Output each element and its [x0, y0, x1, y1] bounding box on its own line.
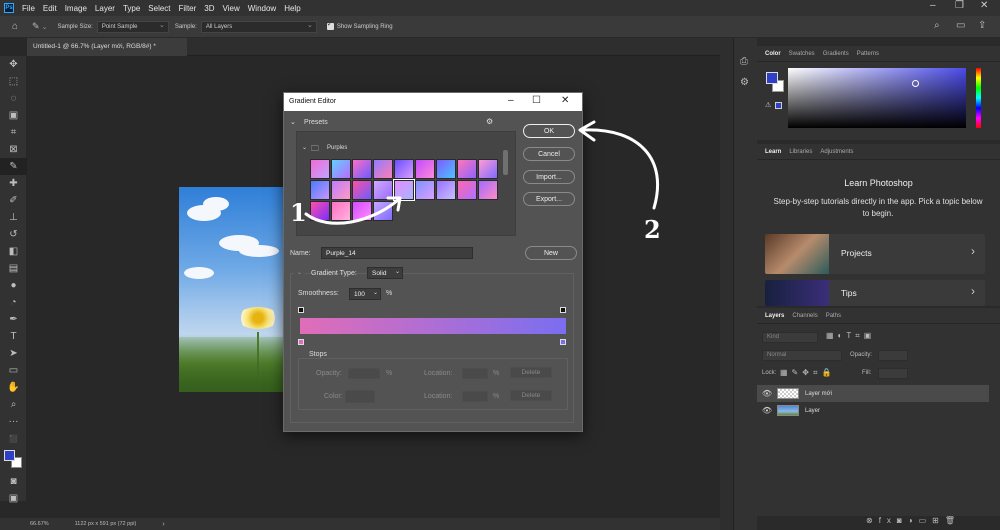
arrow-1-path: [304, 198, 400, 225]
annotation-arrows: [304, 120, 660, 225]
arrow-2-path: [582, 128, 660, 210]
annotation-step-1: 1: [290, 198, 307, 227]
annotation-step-2: 2: [644, 215, 661, 244]
